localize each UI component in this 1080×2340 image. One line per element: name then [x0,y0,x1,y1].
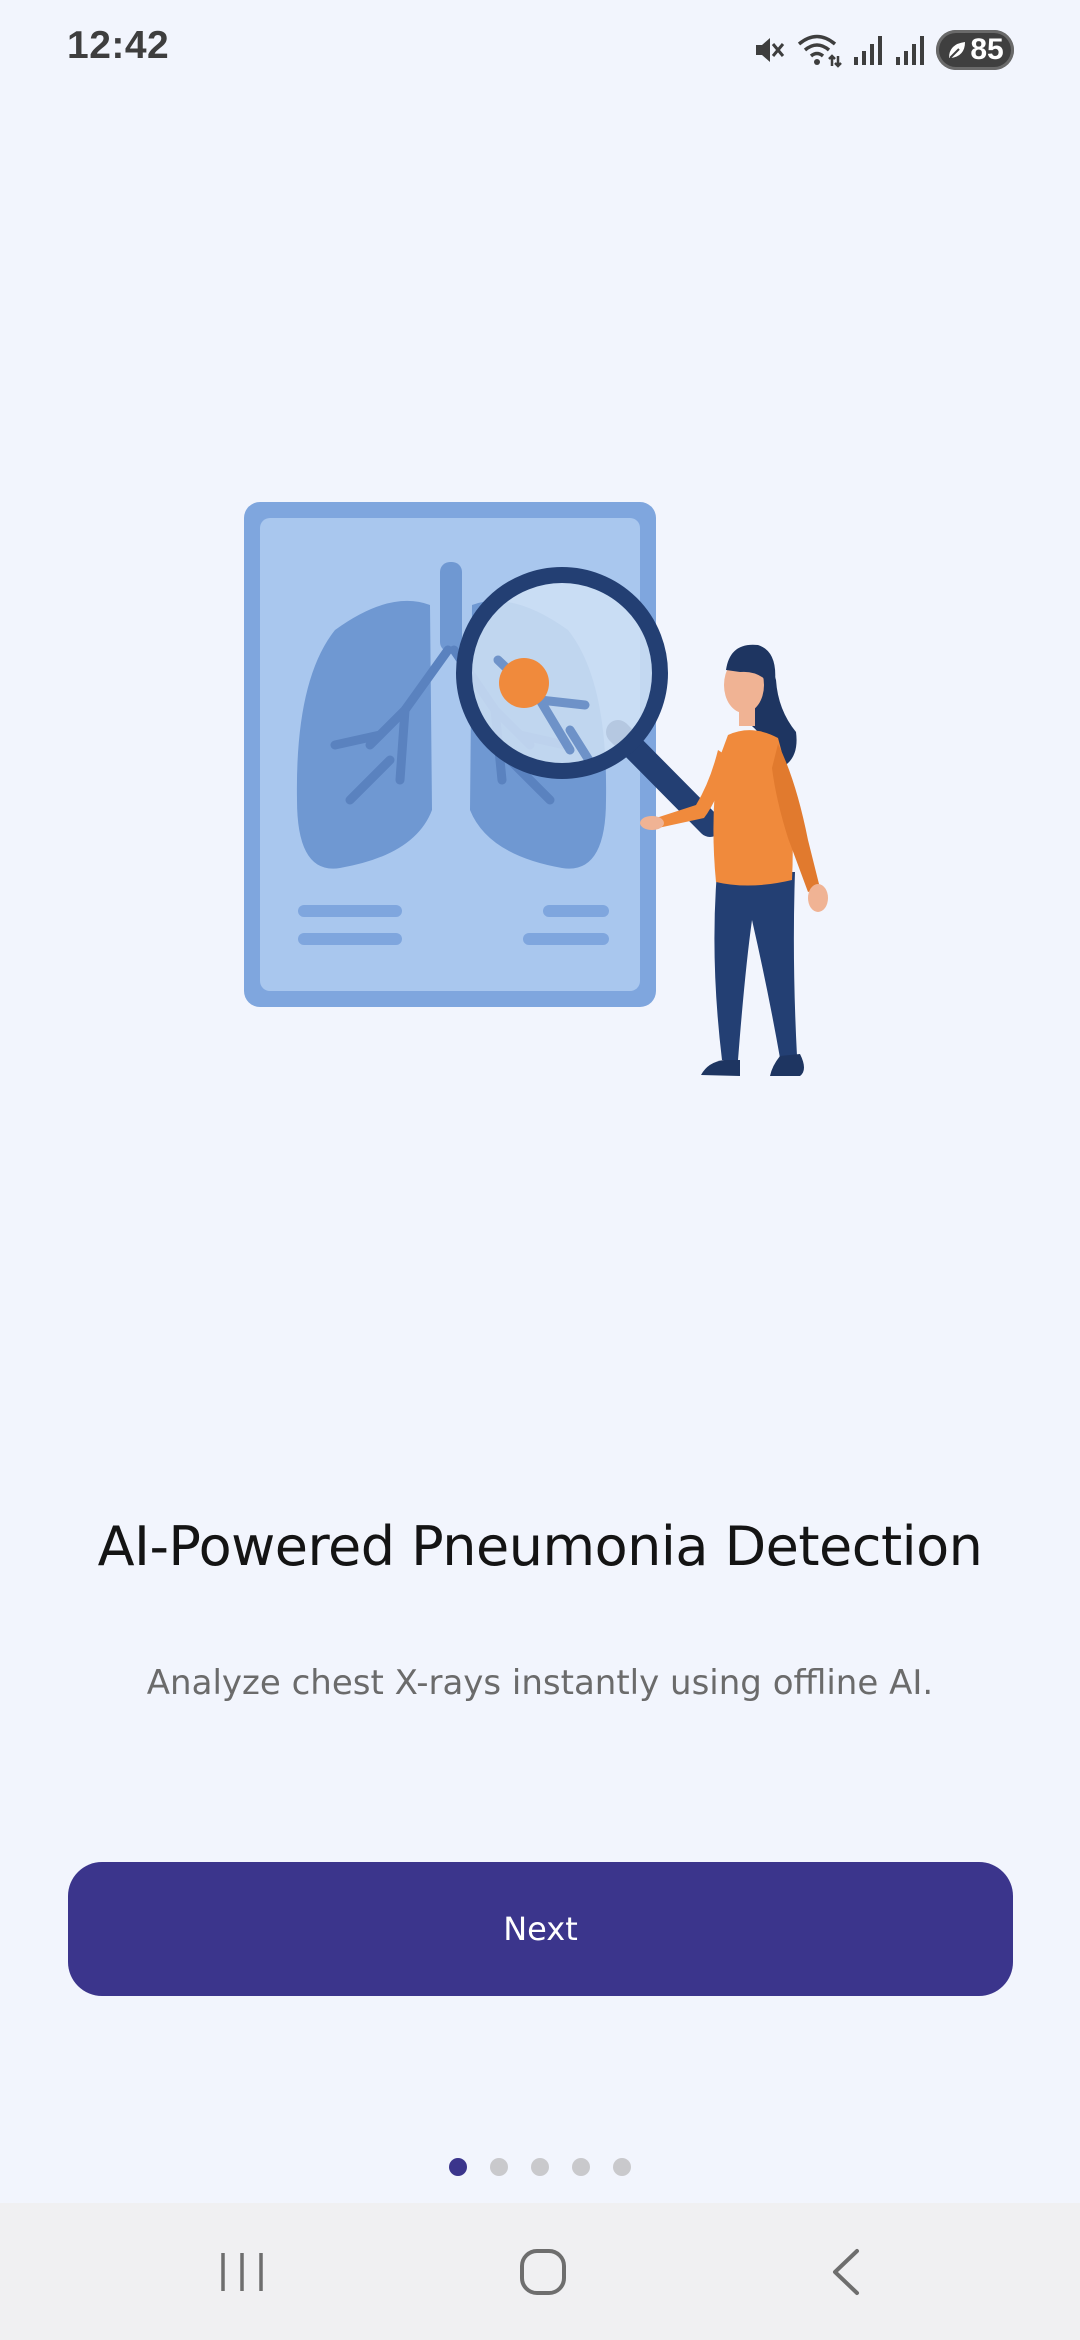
doctor-figure [640,644,828,1076]
page-indicator [0,2158,1080,2176]
battery-level: 85 [970,33,1004,66]
signal-icon [852,33,884,67]
battery-saver-icon [946,39,968,61]
page-dot-1[interactable] [449,2158,467,2176]
onboarding-screen: 12:42 85 AI-Powered Pneumonia Detection … [0,0,1080,2340]
onboarding-subtitle: Analyze chest X-rays instantly using off… [146,1663,934,1703]
recent-apps-button[interactable] [202,2239,282,2309]
home-icon [518,2247,568,2301]
onboarding-title: AI-Powered Pneumonia Detection [97,1515,983,1578]
back-icon [825,2247,865,2301]
mute-icon [752,33,786,67]
back-button[interactable] [805,2239,885,2309]
status-time: 12:42 [67,24,170,67]
page-dot-3[interactable] [531,2158,549,2176]
system-nav-bar [0,2203,1080,2340]
home-button[interactable] [503,2239,583,2309]
page-dot-2[interactable] [490,2158,508,2176]
status-icons: 85 [752,28,1014,72]
signal-icon [894,33,926,67]
next-button[interactable]: Next [68,1862,1013,1996]
battery-indicator: 85 [936,30,1014,70]
page-dot-5[interactable] [613,2158,631,2176]
xray-illustration [244,502,828,1076]
wifi-icon [796,32,842,68]
lesion-marker [499,658,549,708]
status-bar: 12:42 85 [0,0,1080,100]
page-dot-4[interactable] [572,2158,590,2176]
recent-apps-icon [217,2249,267,2299]
